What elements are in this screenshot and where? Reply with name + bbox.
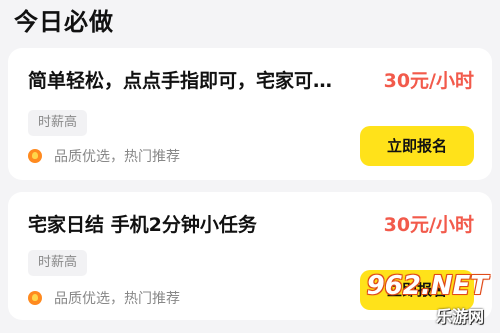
flame-icon bbox=[28, 149, 42, 163]
flame-icon bbox=[28, 291, 42, 305]
task-price: 30元/小时 bbox=[383, 70, 474, 92]
task-feature-text: 品质优选，热门推荐 bbox=[54, 291, 180, 307]
watermark-main-text: 962.NET bbox=[366, 271, 488, 301]
task-title: 简单轻松，点点手指即可，宅家可… bbox=[28, 70, 333, 92]
task-price: 30元/小时 bbox=[383, 214, 474, 236]
task-page: 今日必做 简单轻松，点点手指即可，宅家可… 30元/小时 时薪高 品质优选，热门… bbox=[0, 0, 500, 333]
watermark-logo: 962.NET 乐游网 bbox=[344, 271, 494, 329]
task-tag: 时薪高 bbox=[28, 250, 88, 276]
task-feature-text: 品质优选，热门推荐 bbox=[54, 149, 180, 165]
task-card[interactable]: 简单轻松，点点手指即可，宅家可… 30元/小时 时薪高 品质优选，热门推荐 立即… bbox=[8, 48, 492, 180]
section-title: 今日必做 bbox=[14, 8, 114, 36]
task-feature: 品质优选，热门推荐 bbox=[28, 288, 180, 308]
signup-button[interactable]: 立即报名 bbox=[360, 126, 474, 166]
task-feature: 品质优选，热门推荐 bbox=[28, 146, 180, 166]
watermark-sub-text: 乐游网 bbox=[435, 307, 484, 326]
task-tag: 时薪高 bbox=[28, 110, 88, 136]
task-title: 宅家日结 手机2分钟小任务 bbox=[28, 214, 257, 236]
